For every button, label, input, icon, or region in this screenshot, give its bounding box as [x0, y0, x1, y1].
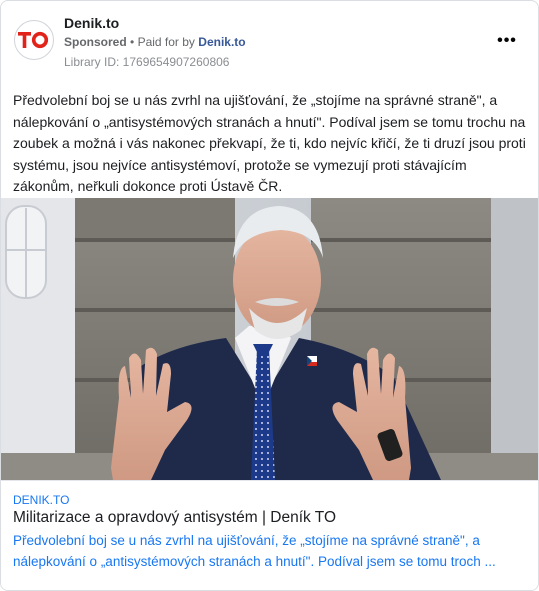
link-title[interactable]: Militarizace a opravdový antisystém | De…: [13, 509, 336, 527]
denik-to-logo-icon: [18, 31, 49, 49]
link-description[interactable]: Předvolební boj se u nás zvrhl na ujišťo…: [13, 530, 528, 572]
page-avatar[interactable]: [14, 20, 54, 60]
sponsored-label: Sponsored: [64, 35, 127, 49]
more-options-button[interactable]: •••: [495, 31, 519, 51]
page-name[interactable]: Denik.to: [64, 15, 119, 31]
more-icon: •••: [497, 32, 517, 49]
link-domain[interactable]: DENIK.TO: [13, 493, 69, 507]
library-id: Library ID: 1769654907260806: [64, 55, 230, 69]
ad-image[interactable]: [1, 198, 538, 480]
separator-dot: •: [130, 35, 135, 49]
post-body-text: Předvolební boj se u nás zvrhl na ujišťo…: [13, 92, 526, 194]
sponsored-line: Sponsored • Paid for by Denik.to: [64, 35, 246, 49]
ad-card: Denik.to Sponsored • Paid for by Denik.t…: [0, 0, 539, 591]
paid-for-name[interactable]: Denik.to: [198, 35, 245, 49]
paid-for-label: Paid for by: [137, 35, 195, 49]
ad-header: Denik.to Sponsored • Paid for by Denik.t…: [1, 1, 538, 81]
link-preview[interactable]: DENIK.TO Militarizace a opravdový antisy…: [1, 480, 538, 590]
